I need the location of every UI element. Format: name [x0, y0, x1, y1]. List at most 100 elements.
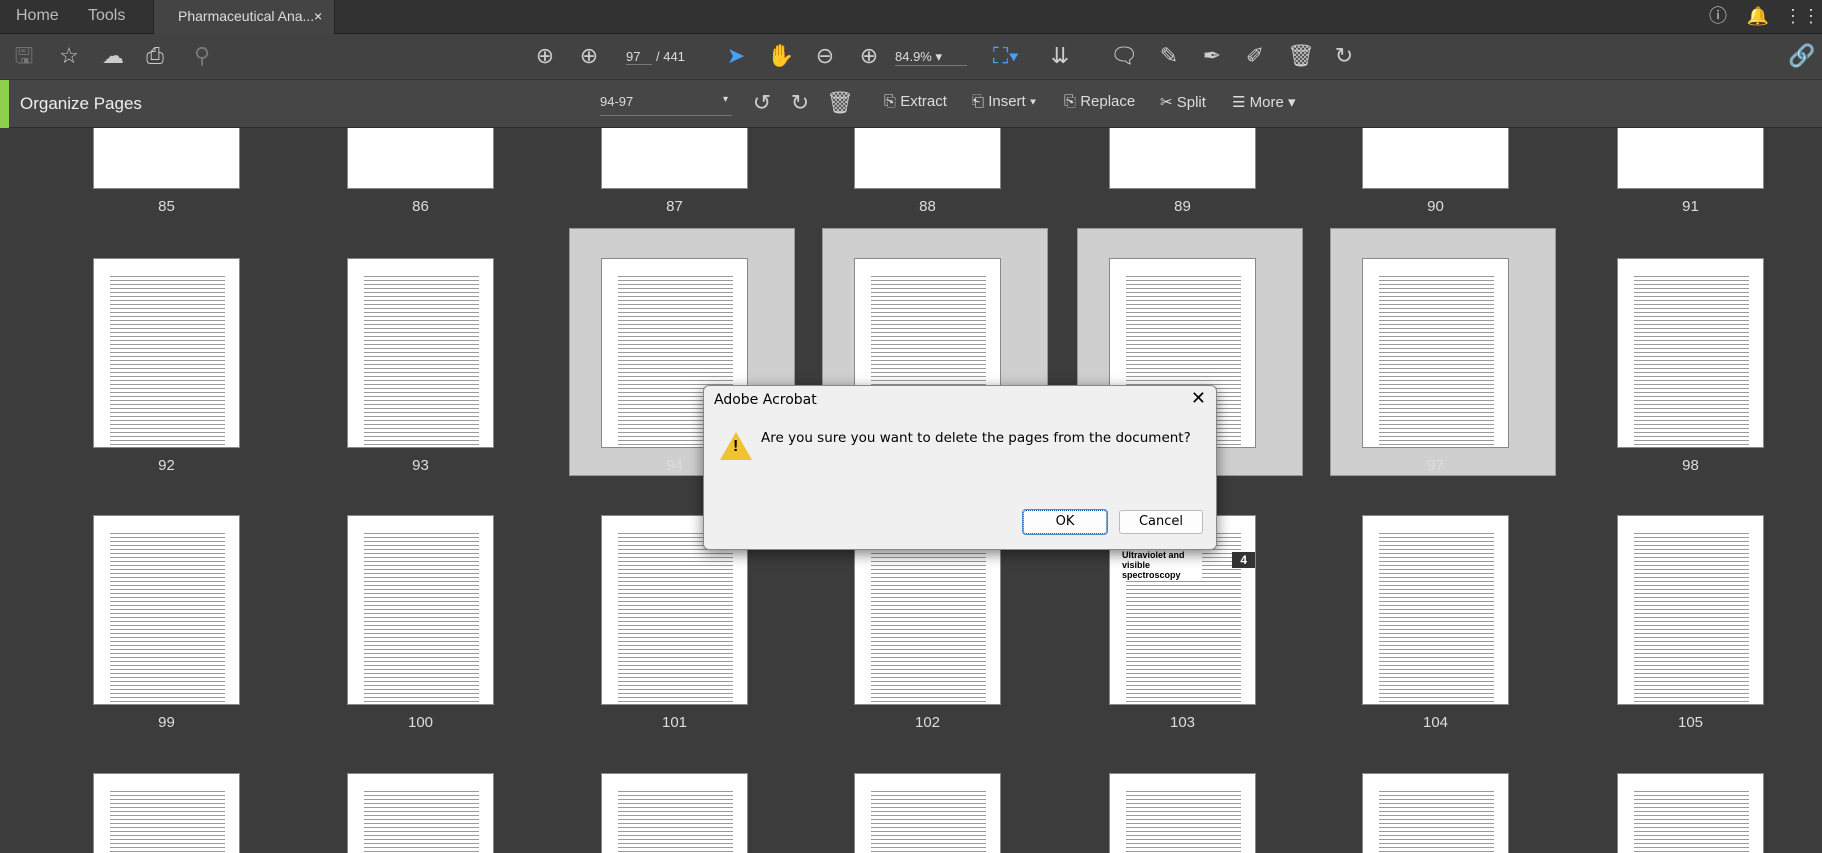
edit-pdf-icon[interactable]: ✐ — [1241, 44, 1269, 68]
extract-button[interactable]: ⎘ Extract — [884, 93, 947, 110]
delete-icon[interactable]: 🗑 — [1287, 44, 1315, 68]
page-total: / 441 — [656, 49, 685, 64]
insert-button[interactable]: ⎗ Insert ▾ — [972, 93, 1036, 110]
page-range-dropdown[interactable]: 94-97 ▾ — [600, 94, 732, 116]
chevron-down-icon: ▾ — [722, 94, 728, 105]
document-tab-label: Pharmaceutical Ana... — [178, 8, 315, 24]
page-thumbnail[interactable] — [1362, 773, 1509, 853]
page-range-value: 94-97 — [600, 94, 634, 109]
chapter-title: Ultraviolet and visible spectroscopy — [1122, 550, 1202, 580]
chapter-number: 4 — [1232, 552, 1255, 568]
page-thumbnail[interactable] — [854, 128, 1001, 189]
highlight-icon[interactable]: ✎ — [1155, 44, 1183, 68]
share-link-icon[interactable]: 🔗 — [1788, 44, 1816, 68]
organize-pages-bar: Organize Pages 94-97 ▾ ↺ ↻ 🗑 ⎘ Extract ⎗ … — [0, 80, 1822, 128]
page-thumbnail[interactable] — [1362, 515, 1509, 705]
more-icon: ☰ — [1232, 94, 1246, 111]
fit-page-icon[interactable]: ⛶▾ — [992, 44, 1020, 68]
page-number-label: 88 — [919, 198, 936, 215]
page-number-label: 87 — [666, 198, 683, 215]
zoom-in-icon[interactable]: ⊕ — [855, 44, 883, 68]
page-number-label: 100 — [407, 714, 434, 731]
page-number-label: 97 — [1427, 457, 1444, 474]
page-thumbnail[interactable] — [1109, 128, 1256, 189]
page-thumbnail[interactable] — [601, 128, 748, 189]
replace-button[interactable]: ⎘ Replace — [1064, 93, 1135, 110]
help-icon[interactable]: ⓘ — [1704, 4, 1732, 28]
more-label: More — [1249, 94, 1284, 111]
replace-icon: ⎘ — [1064, 93, 1077, 110]
page-thumbnail[interactable] — [93, 515, 240, 705]
page-thumbnail[interactable] — [93, 258, 240, 448]
page-thumbnail[interactable] — [347, 515, 494, 705]
rotate-right-icon[interactable]: ↻ — [786, 91, 814, 115]
page-number-label: 101 — [661, 714, 688, 731]
page-thumbnail[interactable] — [1109, 773, 1256, 853]
cloud-upload-icon[interactable]: ☁ — [99, 44, 127, 68]
insert-icon: ⎗ — [972, 93, 985, 110]
bell-icon[interactable]: 🔔 — [1744, 4, 1772, 28]
page-thumbnail[interactable] — [1362, 258, 1509, 448]
print-icon[interactable]: ⎙ — [141, 44, 169, 68]
tab-document[interactable]: Pharmaceutical Ana... × — [153, 0, 335, 34]
previous-page-icon[interactable]: ⊕ — [531, 44, 559, 68]
page-thumbnail[interactable] — [347, 773, 494, 853]
zoom-out-icon[interactable]: ⊖ — [811, 44, 839, 68]
save-icon[interactable]: 🖫 — [10, 44, 38, 68]
page-number-label: 92 — [158, 457, 175, 474]
scroll-mode-icon[interactable]: ⇊ — [1046, 44, 1074, 68]
page-number-label: 104 — [1422, 714, 1449, 731]
page-thumbnail[interactable] — [1617, 773, 1764, 853]
page-thumbnail[interactable] — [347, 128, 494, 189]
page-thumbnail[interactable] — [347, 258, 494, 448]
select-cursor-icon[interactable]: ➤ — [722, 44, 750, 68]
page-number-input[interactable]: 97 — [626, 49, 652, 65]
apps-grid-icon[interactable]: ⋮⋮ — [1784, 4, 1820, 28]
page-number-label: 93 — [412, 457, 429, 474]
tab-tools[interactable]: Tools — [88, 7, 125, 25]
split-button[interactable]: ✂ Split — [1160, 93, 1206, 111]
ok-button[interactable]: OK — [1022, 509, 1108, 535]
cancel-button[interactable]: Cancel — [1119, 510, 1203, 534]
dialog-title: Adobe Acrobat — [714, 392, 817, 408]
search-icon[interactable]: ⚲ — [188, 44, 216, 68]
scissors-icon: ✂ — [1160, 94, 1173, 111]
page-number-label: 102 — [914, 714, 941, 731]
page-number-label: 91 — [1682, 198, 1699, 215]
more-button[interactable]: ☰ More ▾ — [1232, 93, 1296, 111]
main-toolbar: 🖫 ☆ ☁ ⎙ ⚲ ⊕ ⊕ 97 / 441 ➤ ✋ ⊖ ⊕ 84.9% ▾ ⛶… — [0, 34, 1822, 80]
page-number-label: 103 — [1169, 714, 1196, 731]
close-icon[interactable]: ✕ — [1191, 388, 1206, 409]
page-thumbnail[interactable] — [1617, 515, 1764, 705]
delete-confirm-dialog: Adobe Acrobat ✕ ! Are you sure you want … — [703, 385, 1217, 550]
page-thumbnail[interactable] — [93, 773, 240, 853]
page-thumbnail[interactable] — [93, 128, 240, 189]
bookmark-star-icon[interactable]: ☆ — [55, 44, 83, 68]
zoom-value: 84.9% — [895, 49, 932, 64]
page-thumbnail[interactable] — [854, 773, 1001, 853]
next-page-icon[interactable]: ⊕ — [575, 44, 603, 68]
comment-icon[interactable]: 🗨 — [1110, 44, 1138, 68]
page-number-label: 89 — [1174, 198, 1191, 215]
delete-pages-icon[interactable]: 🗑 — [826, 91, 854, 115]
extract-icon: ⎘ — [884, 93, 897, 110]
rotate-left-icon[interactable]: ↺ — [748, 91, 776, 115]
hand-tool-icon[interactable]: ✋ — [767, 44, 795, 68]
tab-bar: Home Tools Pharmaceutical Ana... × ⓘ 🔔 ⋮… — [0, 0, 1822, 34]
split-label: Split — [1176, 94, 1206, 111]
close-tab-icon[interactable]: × — [314, 8, 322, 24]
page-thumbnail[interactable] — [1362, 128, 1509, 189]
page-thumbnail[interactable] — [601, 773, 748, 853]
rotate-icon[interactable]: ↻ — [1330, 44, 1358, 68]
page-thumbnail[interactable] — [1617, 128, 1764, 189]
page-number-label: 85 — [158, 198, 175, 215]
organize-title: Organize Pages — [20, 94, 142, 113]
replace-label: Replace — [1080, 93, 1136, 110]
sign-icon[interactable]: ✒ — [1198, 44, 1226, 68]
page-number-label: 105 — [1677, 714, 1704, 731]
tab-home[interactable]: Home — [16, 7, 59, 25]
extract-label: Extract — [900, 93, 947, 110]
page-thumbnail[interactable] — [1617, 258, 1764, 448]
page-number-label: 90 — [1427, 198, 1444, 215]
zoom-level-dropdown[interactable]: 84.9% ▾ — [895, 49, 967, 66]
